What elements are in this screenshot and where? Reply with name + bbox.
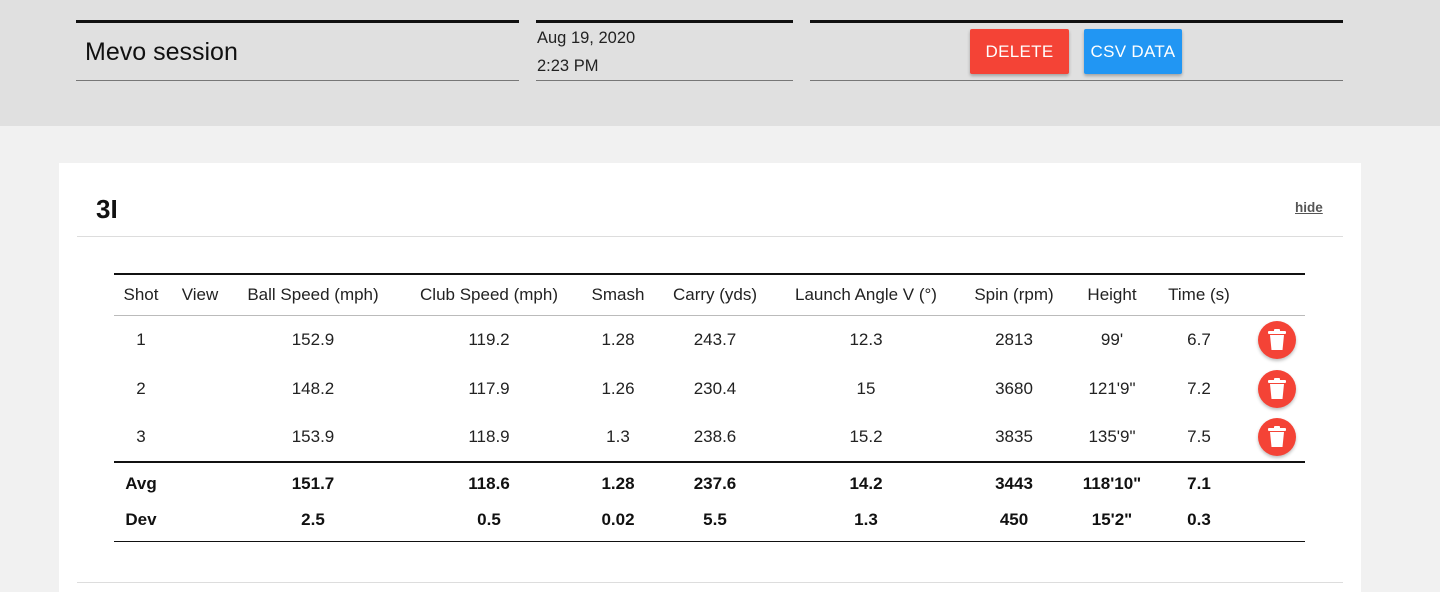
csv-data-button[interactable]: CSV DATA <box>1084 29 1182 74</box>
dev-spin: 450 <box>999 510 1029 529</box>
club-speed-cell: 118.9 <box>468 427 510 446</box>
column-header-time: Time (s) <box>1150 274 1248 316</box>
smash-cell: 1.28 <box>601 329 635 349</box>
avg-club-speed: 118.6 <box>394 461 584 504</box>
column-header-smash: Smash <box>584 274 652 316</box>
trash-icon <box>1267 377 1286 399</box>
carry-cell: 230.4 <box>693 378 737 398</box>
shot-number: 1 <box>136 329 146 349</box>
spin-cell: 3680 <box>995 378 1033 398</box>
action-cell <box>1248 364 1305 413</box>
club-speed-cell: 119.2 <box>468 329 510 349</box>
delete-shot-button[interactable] <box>1257 418 1296 456</box>
table-row: 2 148.2 117.9 1.26 230.4 15 3680 121'9" … <box>114 364 1305 413</box>
action-cell <box>1248 413 1305 462</box>
trash-icon <box>1267 328 1286 350</box>
height-cell: 135'9" <box>1088 427 1136 446</box>
column-header-actions <box>1248 274 1305 316</box>
dev-smash: 0.02 <box>601 510 635 529</box>
launch-angle-cell: 15.2 <box>849 427 883 446</box>
time-cell: 7.5 <box>1187 427 1211 446</box>
ball-speed-cell: 148.2 <box>291 378 335 398</box>
dev-carry: 5.5 <box>703 510 727 529</box>
avg-time: 7.1 <box>1150 461 1248 504</box>
divider <box>77 236 1343 237</box>
session-time: 2:23 PM <box>537 57 599 75</box>
session-header: Mevo session Aug 19, 2020 2:23 PM DELETE… <box>0 0 1440 126</box>
delete-shot-button[interactable] <box>1257 369 1296 408</box>
shots-table: Shot View Ball Speed (mph) Club Speed (m… <box>114 273 1305 542</box>
club-title: 3I <box>96 194 118 224</box>
column-header-spin: Spin (rpm) <box>954 274 1074 316</box>
spin-cell: 2813 <box>995 329 1033 349</box>
avg-ball-speed: 151.7 <box>232 461 394 504</box>
delete-button[interactable]: DELETE <box>970 29 1069 74</box>
average-row: Avg 151.7 118.6 1.28 237.6 14.2 3443 118… <box>114 461 1305 504</box>
action-cell <box>1248 315 1305 364</box>
dev-launch-angle: 1.3 <box>854 510 878 529</box>
session-name[interactable]: Mevo session <box>85 38 238 67</box>
column-header-launch-angle: Launch Angle V (°) <box>778 274 954 316</box>
session-date-field[interactable]: Aug 19, 2020 2:23 PM <box>536 20 793 81</box>
session-actions: DELETE CSV DATA <box>810 20 1343 81</box>
divider <box>77 582 1343 583</box>
carry-cell: 243.7 <box>693 329 737 349</box>
dev-club-speed: 0.5 <box>477 510 501 529</box>
view-cell[interactable] <box>168 315 232 364</box>
club-card: 3I hide Shot View Ball Speed (mph) Club … <box>59 163 1361 592</box>
avg-smash: 1.28 <box>584 461 652 504</box>
avg-spin: 3443 <box>954 461 1074 504</box>
table-row: 3 153.9 118.9 1.3 238.6 15.2 3835 135'9"… <box>114 413 1305 462</box>
dev-label: Dev <box>125 510 157 529</box>
column-header-view: View <box>168 274 232 316</box>
avg-height: 118'10" <box>1074 461 1150 504</box>
avg-launch-angle: 14.2 <box>778 461 954 504</box>
session-name-field[interactable]: Mevo session <box>76 20 519 81</box>
avg-carry: 237.6 <box>652 461 778 504</box>
carry-cell: 238.6 <box>693 427 737 446</box>
delete-shot-button[interactable] <box>1257 320 1296 359</box>
time-cell: 7.2 <box>1187 378 1211 398</box>
view-cell[interactable] <box>168 413 232 462</box>
shot-number: 3 <box>136 427 146 446</box>
time-cell: 6.7 <box>1187 329 1211 349</box>
smash-cell: 1.3 <box>606 427 630 446</box>
dev-height: 15'2" <box>1091 510 1133 529</box>
ball-speed-cell: 152.9 <box>291 329 335 349</box>
deviation-row: Dev 2.5 0.5 0.02 5.5 1.3 450 15'2" 0.3 <box>114 504 1305 541</box>
dev-ball-speed: 2.5 <box>301 510 325 529</box>
height-cell: 121'9" <box>1088 378 1136 398</box>
column-header-height: Height <box>1074 274 1150 316</box>
shot-number: 2 <box>136 378 146 398</box>
dev-time: 0.3 <box>1187 510 1211 529</box>
column-header-shot: Shot <box>114 274 168 316</box>
height-cell: 99' <box>1100 329 1124 349</box>
smash-cell: 1.26 <box>601 378 635 398</box>
ball-speed-cell: 153.9 <box>291 427 335 446</box>
session-date: Aug 19, 2020 <box>537 29 636 47</box>
avg-label: Avg <box>114 461 168 504</box>
spin-cell: 3835 <box>995 427 1033 446</box>
hide-link[interactable]: hide <box>1295 200 1323 215</box>
column-header-ball-speed: Ball Speed (mph) <box>232 274 394 316</box>
column-header-carry: Carry (yds) <box>652 274 778 316</box>
launch-angle-cell: 15 <box>856 378 876 398</box>
table-row: 1 152.9 119.2 1.28 243.7 12.3 2813 99' 6… <box>114 315 1305 364</box>
view-cell[interactable] <box>168 364 232 413</box>
trash-icon <box>1267 426 1286 447</box>
column-header-club-speed: Club Speed (mph) <box>394 274 584 316</box>
club-speed-cell: 117.9 <box>468 378 510 398</box>
launch-angle-cell: 12.3 <box>849 329 883 349</box>
table-header-row: Shot View Ball Speed (mph) Club Speed (m… <box>114 274 1305 316</box>
